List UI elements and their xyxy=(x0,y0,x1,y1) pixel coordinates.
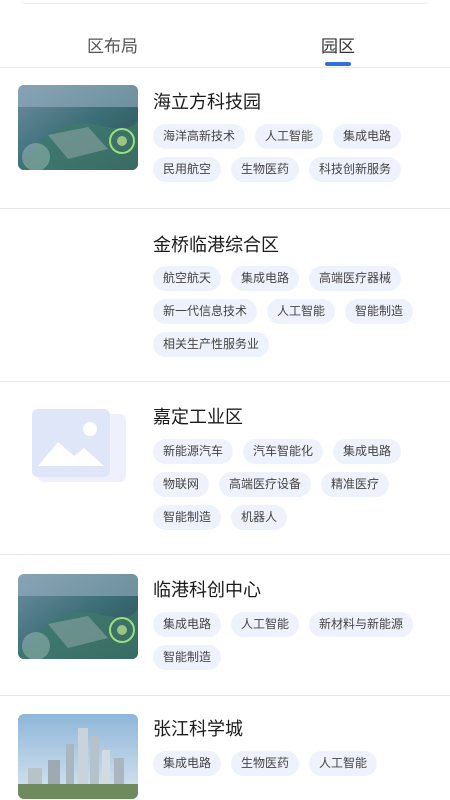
tag: 新材料与新能源 xyxy=(309,612,414,637)
active-tab-indicator xyxy=(325,62,351,66)
park-name: 金桥临港综合区 xyxy=(153,235,279,256)
park-name: 嘉定工业区 xyxy=(153,407,243,428)
tag: 智能制造 xyxy=(153,645,222,670)
tag: 机器人 xyxy=(231,505,288,530)
tag-list: 海洋高新技术 人工智能 集成电路 民用航空 生物医药 科技创新服务 xyxy=(153,124,435,182)
tag: 相关生产性服务业 xyxy=(153,332,270,357)
park-card[interactable]: 临港科创中心 集成电路 人工智能 新材料与新能源 智能制造 xyxy=(0,555,450,696)
park-card[interactable]: 嘉定工业区 新能源汽车 汽车智能化 集成电路 物联网 高端医疗设备 精准医疗 智… xyxy=(0,382,450,555)
skyline-photo xyxy=(18,714,138,799)
park-list: 海立方科技园 海洋高新技术 人工智能 集成电路 民用航空 生物医药 科技创新服务… xyxy=(0,68,450,800)
tag-list: 集成电路 人工智能 新材料与新能源 智能制造 xyxy=(153,612,435,670)
park-card[interactable]: 张江科学城 集成电路 生物医药 人工智能 xyxy=(0,696,450,800)
tag: 人工智能 xyxy=(309,751,378,776)
park-card[interactable]: 海立方科技园 海洋高新技术 人工智能 集成电路 民用航空 生物医药 科技创新服务 xyxy=(0,68,450,209)
tag: 海洋高新技术 xyxy=(153,124,246,149)
tag: 生物医药 xyxy=(231,157,300,182)
tag-list: 新能源汽车 汽车智能化 集成电路 物联网 高端医疗设备 精准医疗 智能制造 机器… xyxy=(153,439,435,530)
tag: 人工智能 xyxy=(231,612,300,637)
tag: 新一代信息技术 xyxy=(153,299,258,324)
tag: 新能源汽车 xyxy=(153,439,234,464)
tag: 精准医疗 xyxy=(321,472,390,497)
tag: 生物医药 xyxy=(231,751,300,776)
park-card[interactable]: 金桥临港综合区 航空航天 集成电路 高端医疗器械 新一代信息技术 人工智能 智能… xyxy=(0,209,450,382)
tag: 航空航天 xyxy=(153,266,222,291)
tag: 集成电路 xyxy=(333,124,402,149)
park-name: 海立方科技园 xyxy=(153,92,261,113)
top-search-bar-edge xyxy=(22,0,430,4)
tag: 智能制造 xyxy=(153,505,222,530)
tag-list: 集成电路 生物医药 人工智能 xyxy=(153,751,435,776)
tab-bar: 区布局 园区 xyxy=(0,22,450,68)
tab-district-layout[interactable]: 区布局 xyxy=(87,32,138,57)
park-name: 张江科学城 xyxy=(153,719,243,740)
tag: 集成电路 xyxy=(153,751,222,776)
tag: 高端医疗设备 xyxy=(219,472,312,497)
tab-parks[interactable]: 园区 xyxy=(321,32,355,57)
tag: 高端医疗器械 xyxy=(309,266,402,291)
tag: 科技创新服务 xyxy=(309,157,402,182)
image-placeholder xyxy=(18,226,138,311)
tag: 人工智能 xyxy=(267,299,336,324)
aerial-city-photo xyxy=(18,85,138,170)
tag: 物联网 xyxy=(153,472,210,497)
aerial-city-photo xyxy=(18,574,138,659)
tag: 集成电路 xyxy=(333,439,402,464)
tag: 人工智能 xyxy=(255,124,324,149)
tag: 集成电路 xyxy=(231,266,300,291)
tag-list: 航空航天 集成电路 高端医疗器械 新一代信息技术 人工智能 智能制造 相关生产性… xyxy=(153,266,435,357)
tag: 智能制造 xyxy=(345,299,414,324)
tag: 汽车智能化 xyxy=(243,439,324,464)
park-name: 临港科创中心 xyxy=(153,580,261,601)
image-placeholder-icon xyxy=(18,404,138,489)
tag: 民用航空 xyxy=(153,157,222,182)
tag: 集成电路 xyxy=(153,612,222,637)
